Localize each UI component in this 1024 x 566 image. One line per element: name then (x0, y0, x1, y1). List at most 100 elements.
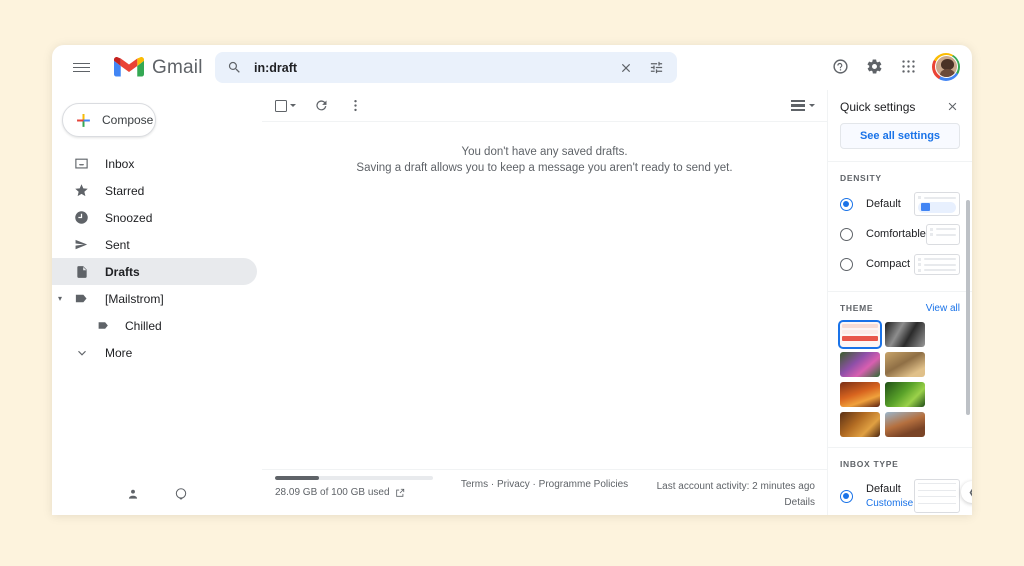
chevron-down-icon[interactable] (290, 104, 296, 107)
gear-icon[interactable] (859, 51, 890, 82)
theme-desert-rocks[interactable] (885, 352, 925, 377)
list-toolbar (262, 90, 827, 122)
radio-icon[interactable] (840, 489, 853, 503)
gmail-logo-icon (114, 57, 144, 77)
apps-grid-icon[interactable] (893, 51, 924, 82)
select-all-control[interactable] (275, 99, 296, 112)
draft-icon (73, 265, 90, 279)
close-icon (948, 102, 956, 111)
radio-icon[interactable] (840, 197, 853, 211)
hamburger-icon[interactable] (62, 49, 100, 87)
label-icon (95, 319, 112, 332)
empty-state-line1: You don't have any saved drafts. (461, 146, 628, 158)
programme-policies-link[interactable]: Programme Policies (539, 479, 628, 490)
sidebar-item-label: [Mailstrom] (105, 291, 164, 306)
sidebar-items: Inbox Starred Snoozed Sent Drafts ▾ [Mai… (52, 150, 262, 366)
customise-link[interactable]: Customise (866, 498, 913, 509)
sidebar-item-drafts[interactable]: Drafts (52, 258, 257, 285)
density-option-label: Comfortable (866, 228, 926, 240)
density-preview-default (914, 192, 960, 216)
density-option-comfortable[interactable]: Comfortable (828, 219, 972, 249)
density-preview-compact (914, 253, 960, 275)
mail-list-area: You don't have any saved drafts. Saving … (262, 90, 827, 515)
display-density-icon (791, 98, 805, 113)
see-all-settings-button[interactable]: See all settings (840, 123, 960, 149)
checkbox-icon[interactable] (275, 99, 287, 112)
search-options-button[interactable] (641, 53, 671, 83)
refresh-button[interactable] (308, 93, 334, 119)
compose-button[interactable]: Compose (62, 103, 156, 137)
sidebar-item-label: More (105, 345, 133, 360)
brand: Gmail (114, 56, 203, 79)
star-icon (73, 183, 90, 198)
empty-state-line2: Saving a draft allows you to keep a mess… (356, 162, 733, 174)
radio-icon[interactable] (840, 257, 853, 271)
sidebar-item-starred[interactable]: Starred (52, 177, 257, 204)
avatar[interactable] (932, 52, 960, 81)
inbox-type-option-label: Default (866, 483, 901, 495)
theme-section-title: THEME (840, 303, 874, 313)
sidebar-item-snoozed[interactable]: Snoozed (52, 204, 257, 231)
send-icon (73, 237, 90, 252)
sidebar-item-sent[interactable]: Sent (52, 231, 257, 258)
refresh-icon (315, 100, 326, 111)
sidebar-item-label: Drafts (105, 264, 140, 279)
theme-view-all-link[interactable]: View all (926, 298, 960, 314)
theme-sunset-dunes[interactable] (840, 382, 880, 407)
sidebar-item-more[interactable]: More (52, 339, 257, 366)
theme-thumbnails (828, 319, 972, 437)
search-bar (215, 52, 677, 83)
help-icon[interactable] (825, 51, 856, 82)
label-icon (73, 291, 90, 306)
privacy-link[interactable]: Privacy (497, 479, 530, 490)
link-sep: · (488, 479, 497, 490)
sidebar: Compose Inbox Starred Snoozed Sent Draft… (52, 90, 262, 515)
inbox-type-option-default[interactable]: Default Customise (828, 475, 972, 515)
radio-icon[interactable] (840, 227, 853, 241)
quick-settings-scrollbar[interactable] (966, 200, 970, 415)
search-input[interactable] (254, 60, 611, 75)
sidebar-item-mailstrom[interactable]: ▾ [Mailstrom] (52, 285, 257, 312)
close-quick-settings-button[interactable] (942, 97, 962, 117)
theme-bw-abstract[interactable] (885, 322, 925, 347)
contacts-icon[interactable] (120, 481, 146, 507)
sidebar-item-inbox[interactable]: Inbox (52, 150, 257, 177)
quick-settings-panel: Quick settings See all settings DENSITY … (827, 90, 972, 515)
density-option-label: Default (866, 198, 901, 210)
clock-icon (73, 210, 90, 225)
inbox-icon (73, 156, 90, 171)
expand-caret-icon[interactable]: ▾ (58, 294, 62, 303)
theme-canyon-river[interactable] (885, 412, 925, 437)
link-sep: · (529, 479, 539, 490)
sidebar-footer-icons (52, 481, 262, 507)
chat-icon[interactable] (168, 481, 194, 507)
terms-link[interactable]: Terms (461, 479, 488, 490)
density-preview-comfortable (925, 223, 960, 245)
mail-footer: 28.09 GB of 100 GB used Terms · Privacy … (262, 469, 827, 515)
chevron-down-icon (73, 346, 90, 360)
account-activity: Last account activity: 2 minutes ago Det… (657, 479, 815, 511)
theme-autumn-woods[interactable] (840, 412, 880, 437)
inbox-type-section-title: INBOX TYPE (840, 459, 899, 469)
sidebar-item-label: Inbox (105, 156, 135, 171)
display-density-button[interactable] (791, 98, 815, 113)
gmail-window: Gmail in:draft Compose Inbox Starred Sno… (52, 45, 972, 515)
tune-icon (650, 61, 662, 74)
activity-details-link[interactable]: Details (657, 495, 815, 511)
compose-label: Compose (102, 113, 154, 127)
sidebar-item-label: Chilled (125, 318, 162, 333)
theme-section-header: THEME View all (828, 292, 972, 319)
inbox-preview-default (914, 479, 960, 513)
density-option-default[interactable]: Default (828, 189, 972, 219)
more-vert-icon (353, 99, 357, 112)
activity-text: Last account activity: 2 minutes ago (656, 481, 815, 492)
sidebar-item-chilled[interactable]: Chilled (52, 312, 257, 339)
theme-default-light[interactable] (838, 320, 882, 349)
more-options-button[interactable] (342, 93, 368, 119)
density-option-compact[interactable]: Compact (828, 249, 972, 279)
theme-flowers[interactable] (840, 352, 880, 377)
clear-search-button[interactable] (611, 53, 641, 83)
sidebar-item-label: Snoozed (105, 210, 153, 225)
page-root: Gmail in:draft Compose Inbox Starred Sno… (0, 0, 1024, 566)
theme-green-leaf[interactable] (885, 382, 925, 407)
